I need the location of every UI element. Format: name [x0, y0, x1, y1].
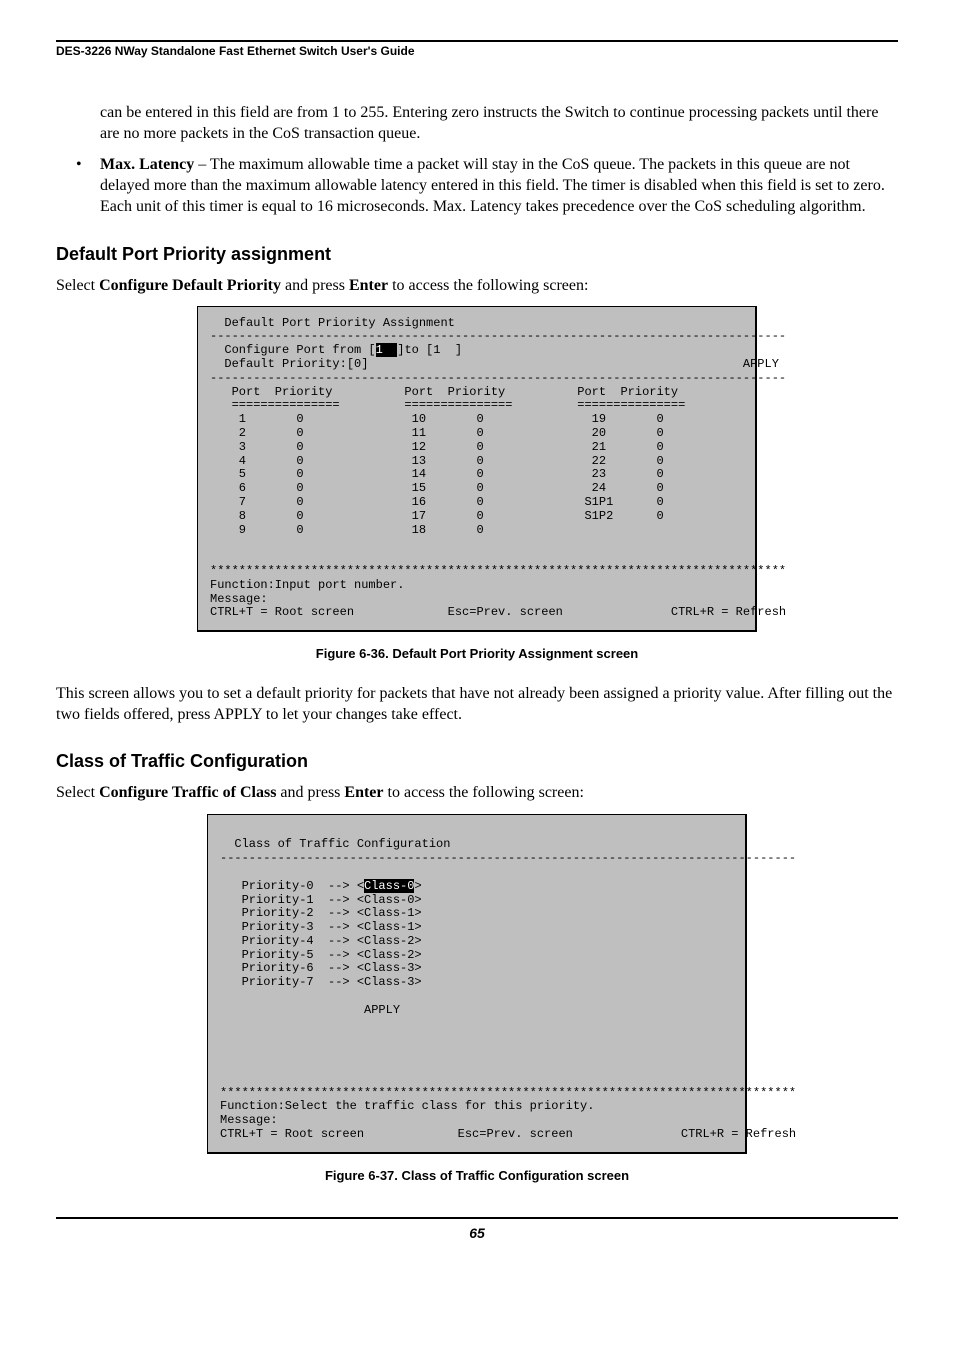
- after-1: This screen allows you to set a default …: [56, 683, 898, 725]
- terminal-screen-1: Default Port Priority Assignment -------…: [197, 306, 757, 633]
- lead-1: Select Configure Default Priority and pr…: [56, 275, 898, 296]
- heading-class-of-traffic: Class of Traffic Configuration: [56, 751, 898, 772]
- caption-6-37: Figure 6-37. Class of Traffic Configurat…: [56, 1168, 898, 1183]
- terminal-screen-2: Class of Traffic Configuration ---------…: [207, 814, 747, 1154]
- caption-6-36: Figure 6-36. Default Port Priority Assig…: [56, 646, 898, 661]
- bullet-term: Max. Latency: [100, 156, 194, 173]
- class-select-0[interactable]: Class-0: [364, 879, 414, 893]
- intro-continuation: can be entered in this field are from 1 …: [100, 102, 898, 144]
- page-number: 65: [56, 1225, 898, 1241]
- lead-2: Select Configure Traffic of Class and pr…: [56, 782, 898, 803]
- page-header: DES-3226 NWay Standalone Fast Ethernet S…: [56, 44, 898, 58]
- bullet-max-latency: Max. Latency – The maximum allowable tim…: [72, 154, 898, 217]
- bullet-body: – The maximum allowable time a packet wi…: [100, 156, 885, 215]
- port-from-input[interactable]: 1: [376, 343, 398, 357]
- heading-default-port-priority: Default Port Priority assignment: [56, 244, 898, 265]
- intro-text: can be entered in this field are from 1 …: [100, 104, 878, 142]
